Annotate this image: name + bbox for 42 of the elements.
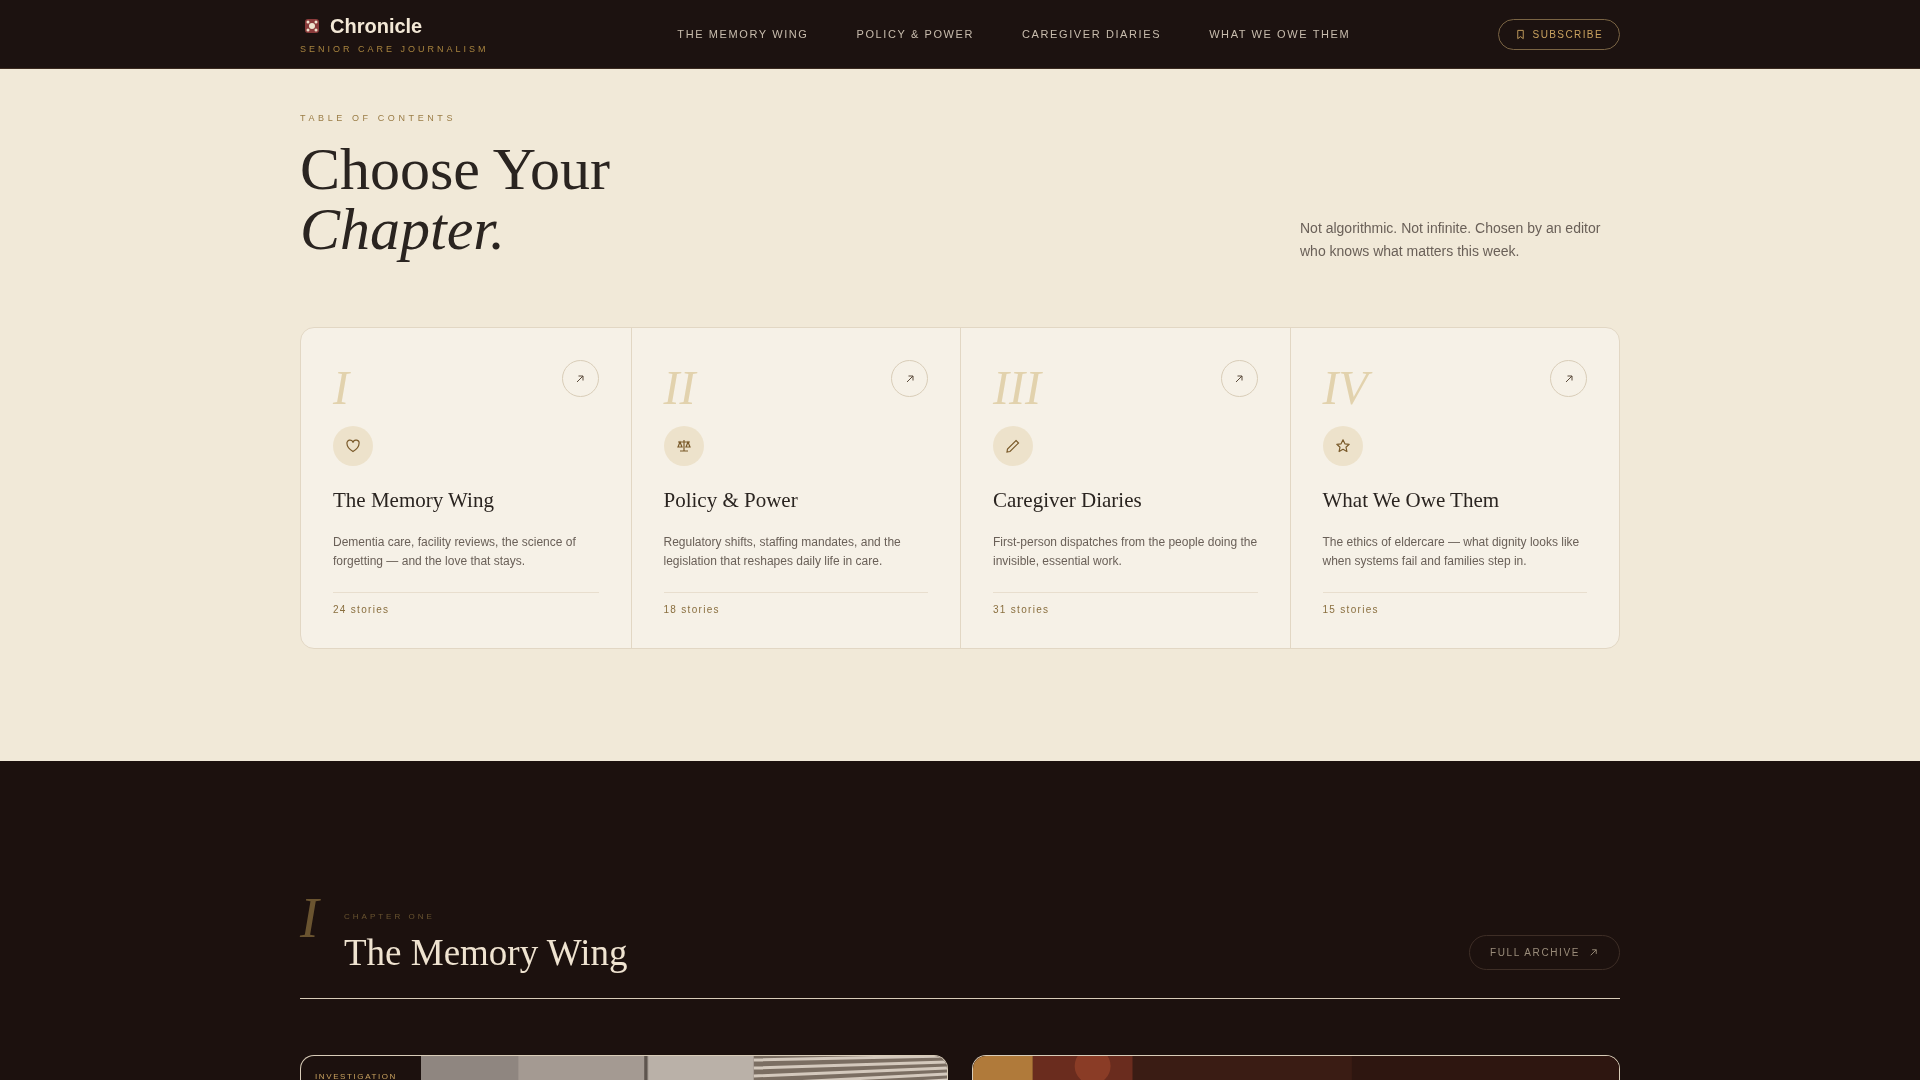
section-title: The Memory Wing [344, 931, 628, 974]
chapter-numeral: III [993, 362, 1044, 414]
story-tag: INVESTIGATION [315, 1072, 397, 1080]
chapter-numeral: IV [1322, 362, 1378, 414]
chapter-description: Regulatory shifts, staffing mandates, and the legislation that reshapes daily life in care. [663, 534, 902, 570]
story-count: 18 stories [663, 592, 928, 615]
brand-tagline: SENIOR CARE JOURNALISM [300, 43, 490, 54]
bookmark-icon [1514, 28, 1526, 40]
arrow-icon [1588, 947, 1599, 958]
nav-link[interactable]: POLICY & POWER [856, 28, 975, 40]
arrow-icon [1233, 372, 1245, 385]
scales-icon [675, 438, 692, 454]
story-count: 15 stories [1322, 592, 1587, 615]
story-count: 31 stories [993, 592, 1258, 615]
chapter-title: The Memory Wing [333, 488, 495, 513]
intro-text: Not algorithmic. Not infinite. Chosen by an editor who knows what matters this week. [1300, 219, 1602, 261]
chapter-numeral: I [333, 362, 352, 414]
page-title: Choose Your [300, 139, 611, 199]
nav-link[interactable]: CAREGIVER DIARIES [1022, 28, 1162, 40]
heart-icon [345, 438, 361, 454]
chapter-card[interactable]: IV What We Owe Them The ethics of eldercare — what dignity looks like when systems fail and families step in. 15 stories [1289, 328, 1619, 648]
star-icon [1334, 438, 1351, 454]
chapter-card[interactable]: II Policy & Power Regulatory shifts, staffing mandates, and the legislation that reshapes daily life in care. 18 stories [630, 328, 960, 648]
chapter-card[interactable]: III Caregiver Diaries First-person dispatches from the people doing the invisible, essential work. 31 stories [960, 328, 1290, 648]
section-eyebrow: TABLE OF CONTENTS [300, 113, 458, 123]
chapter-title: What We Owe Them [1322, 488, 1501, 513]
chapter-title: Policy & Power [663, 488, 799, 513]
chapter-numeral: I [300, 892, 322, 944]
nav-link[interactable]: WHAT WE OWE THEM [1209, 28, 1351, 40]
brand-name[interactable]: Chronicle [330, 14, 423, 38]
story-count: 24 stories [333, 592, 599, 615]
chapter-eyebrow: CHAPTER ONE [344, 912, 435, 921]
chapter-description: First-person dispatches from the people doing the invisible, essential work. [993, 534, 1258, 570]
arrow-icon [574, 372, 586, 385]
chapter-title: Caregiver Diaries [993, 488, 1143, 513]
chapter-numeral: II [663, 362, 699, 414]
chapter-description: The ethics of eldercare — what dignity looks like when systems fail and families step in. [1322, 534, 1581, 570]
chapter-card[interactable]: I The Memory Wing Dementia care, facility reviews, the science of forgetting — and the love that stays. 24 stories [301, 328, 631, 648]
chapter-description: Dementia care, facility reviews, the science of forgetting — and the love that stays. [333, 534, 577, 570]
pencil-icon [1005, 438, 1021, 454]
logo-icon [304, 18, 320, 34]
nav-link[interactable]: THE MEMORY WING [677, 28, 809, 40]
